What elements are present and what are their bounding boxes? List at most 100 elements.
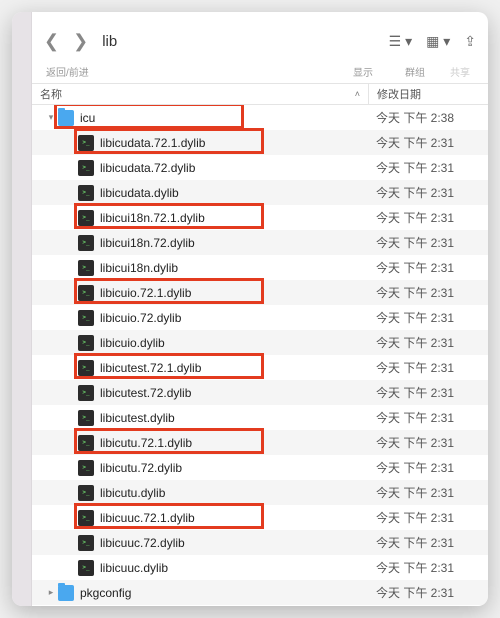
name-col-label: 名称 <box>40 86 62 102</box>
dylib-file-icon <box>78 185 94 201</box>
dylib-file-icon <box>78 235 94 251</box>
dylib-file-icon <box>78 510 94 526</box>
file-name: libicuuc.dylib <box>100 561 368 575</box>
column-header-date[interactable]: 修改日期 <box>368 84 488 104</box>
file-name: libicutest.72.dylib <box>100 386 368 400</box>
dylib-file-icon <box>78 310 94 326</box>
finder-window: ❮ ❯ lib ☰ ▾ ▦ ▾ ⇪ 返回/前进 显示 群组 共享 名称 ˄ <box>12 12 488 606</box>
share-button[interactable]: ⇪ <box>464 34 476 48</box>
modified-date: 今天 下午 2:31 <box>368 309 488 326</box>
dylib-file-icon <box>78 260 94 276</box>
sidebar-strip <box>12 12 32 606</box>
modified-date: 今天 下午 2:31 <box>368 159 488 176</box>
file-name: libicudata.dylib <box>100 186 368 200</box>
grid-icon: ▦ ▾ <box>426 34 450 48</box>
content-area: ❮ ❯ lib ☰ ▾ ▦ ▾ ⇪ 返回/前进 显示 群组 共享 名称 ˄ <box>32 12 488 606</box>
file-list[interactable]: ▾icu今天 下午 2:38libicudata.72.1.dylib今天 下午… <box>32 105 488 606</box>
group-by-button[interactable]: ▦ ▾ <box>426 34 450 48</box>
modified-date: 今天 下午 2:31 <box>368 234 488 251</box>
file-row[interactable]: libicudata.dylib今天 下午 2:31 <box>32 180 488 205</box>
dylib-file-icon <box>78 360 94 376</box>
modified-date: 今天 下午 2:31 <box>368 434 488 451</box>
share-sublabel: 共享 <box>444 64 476 79</box>
file-row[interactable]: libicutu.72.dylib今天 下午 2:31 <box>32 455 488 480</box>
file-row[interactable]: libicudata.72.1.dylib今天 下午 2:31 <box>32 130 488 155</box>
dylib-file-icon <box>78 285 94 301</box>
disclosure-triangle[interactable]: ▸ <box>44 587 58 598</box>
file-row[interactable]: libicui18n.dylib今天 下午 2:31 <box>32 255 488 280</box>
nav-sublabel: 返回/前进 <box>46 64 89 79</box>
group-sublabel: 群组 <box>392 64 438 79</box>
file-row[interactable]: libicuio.dylib今天 下午 2:31 <box>32 330 488 355</box>
file-row[interactable]: libicui18n.72.dylib今天 下午 2:31 <box>32 230 488 255</box>
forward-button[interactable]: ❯ <box>73 31 88 52</box>
modified-date: 今天 下午 2:31 <box>368 384 488 401</box>
file-name: libicutest.dylib <box>100 411 368 425</box>
dylib-file-icon <box>78 485 94 501</box>
file-name: libicuio.dylib <box>100 336 368 350</box>
back-button[interactable]: ❮ <box>44 31 59 52</box>
dylib-file-icon <box>78 135 94 151</box>
modified-date: 今天 下午 2:31 <box>368 359 488 376</box>
modified-date: 今天 下午 2:31 <box>368 134 488 151</box>
dylib-file-icon <box>78 385 94 401</box>
file-name: libicudata.72.dylib <box>100 161 368 175</box>
file-row[interactable]: libicui18n.72.1.dylib今天 下午 2:31 <box>32 205 488 230</box>
window-title: lib <box>102 33 117 50</box>
modified-date: 今天 下午 2:31 <box>368 334 488 351</box>
file-row[interactable]: libicuuc.72.1.dylib今天 下午 2:31 <box>32 505 488 530</box>
folder-row[interactable]: ▾ icu今天 下午 2:38 <box>32 105 488 130</box>
file-row[interactable]: libicuio.72.1.dylib今天 下午 2:31 <box>32 280 488 305</box>
dylib-file-icon <box>78 435 94 451</box>
file-name: icu <box>80 111 368 125</box>
modified-date: 今天 下午 2:31 <box>368 509 488 526</box>
column-header-name[interactable]: 名称 ˄ <box>32 84 368 104</box>
file-name: libicui18n.72.dylib <box>100 236 368 250</box>
dylib-file-icon <box>78 160 94 176</box>
file-row[interactable]: libicutest.72.1.dylib今天 下午 2:31 <box>32 355 488 380</box>
toolbar-sublabels: 返回/前进 显示 群组 共享 <box>32 64 488 83</box>
modified-date: 今天 下午 2:31 <box>368 484 488 501</box>
dylib-file-icon <box>78 335 94 351</box>
toolbar: ❮ ❯ lib ☰ ▾ ▦ ▾ ⇪ <box>32 12 488 64</box>
folder-row[interactable]: ▸pkgconfig今天 下午 2:31 <box>32 580 488 605</box>
modified-date: 今天 下午 2:38 <box>368 109 488 126</box>
file-row[interactable]: libicuuc.72.dylib今天 下午 2:31 <box>32 530 488 555</box>
file-row[interactable]: libicuuc.dylib今天 下午 2:31 <box>32 555 488 580</box>
file-row[interactable]: libicutu.dylib今天 下午 2:31 <box>32 480 488 505</box>
modified-date: 今天 下午 2:31 <box>368 559 488 576</box>
disclosure-triangle[interactable]: ▾ <box>44 112 58 123</box>
sort-ascending-icon: ˄ <box>355 89 360 99</box>
file-name: pkgconfig <box>80 586 368 600</box>
file-name: libicudata.72.1.dylib <box>100 136 368 150</box>
dylib-file-icon <box>78 410 94 426</box>
folder-icon <box>58 585 74 601</box>
modified-date: 今天 下午 2:31 <box>368 534 488 551</box>
file-row[interactable]: libicuio.72.dylib今天 下午 2:31 <box>32 305 488 330</box>
file-name: libicui18n.dylib <box>100 261 368 275</box>
column-header: 名称 ˄ 修改日期 <box>32 83 488 105</box>
file-name: libicuio.72.1.dylib <box>100 286 368 300</box>
file-row[interactable]: libicutest.dylib今天 下午 2:31 <box>32 405 488 430</box>
share-icon: ⇪ <box>464 34 476 48</box>
view-sublabel: 显示 <box>340 64 386 79</box>
dylib-file-icon <box>78 560 94 576</box>
modified-date: 今天 下午 2:31 <box>368 184 488 201</box>
file-name: libicutu.72.1.dylib <box>100 436 368 450</box>
file-name: libicutu.dylib <box>100 486 368 500</box>
list-view-icon: ☰ ▾ <box>389 34 412 48</box>
file-row[interactable]: libicutu.72.1.dylib今天 下午 2:31 <box>32 430 488 455</box>
file-row[interactable]: libicudata.72.dylib今天 下午 2:31 <box>32 155 488 180</box>
modified-date: 今天 下午 2:31 <box>368 459 488 476</box>
modified-date: 今天 下午 2:31 <box>368 259 488 276</box>
modified-date: 今天 下午 2:31 <box>368 409 488 426</box>
modified-date: 今天 下午 2:31 <box>368 284 488 301</box>
file-row[interactable]: libicutest.72.dylib今天 下午 2:31 <box>32 380 488 405</box>
file-name: libicutu.72.dylib <box>100 461 368 475</box>
file-name: libicutest.72.1.dylib <box>100 361 368 375</box>
date-col-label: 修改日期 <box>377 86 421 102</box>
dylib-file-icon <box>78 460 94 476</box>
view-mode-button[interactable]: ☰ ▾ <box>389 34 412 48</box>
file-name: libicui18n.72.1.dylib <box>100 211 368 225</box>
file-name: libicuio.72.dylib <box>100 311 368 325</box>
